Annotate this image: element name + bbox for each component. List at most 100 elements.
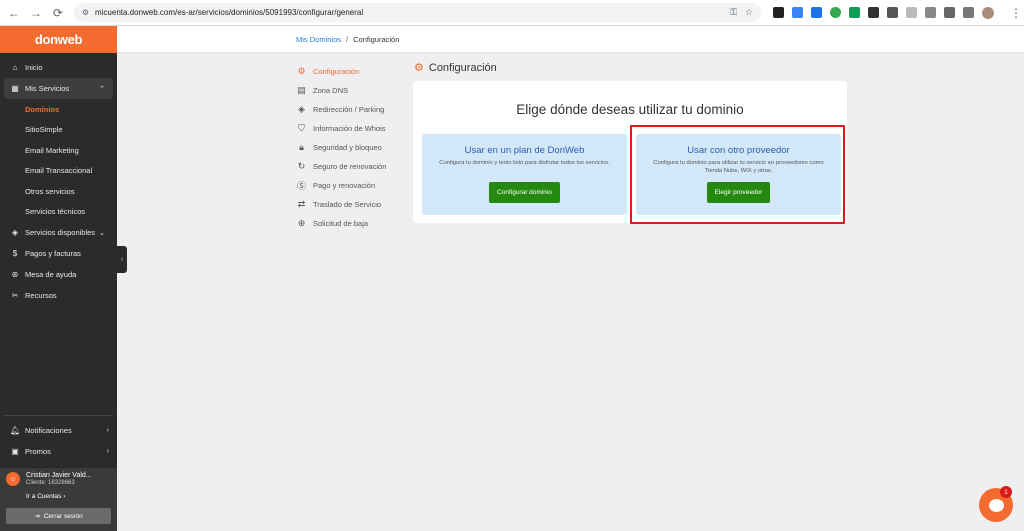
reload-icon[interactable]: ⟳ bbox=[50, 5, 66, 21]
puzzle-icon[interactable] bbox=[925, 7, 937, 18]
chevron-down-icon: ⌄ bbox=[99, 229, 105, 237]
settings-nav-redireccion[interactable]: ◈ Redirección / Parking bbox=[296, 100, 406, 119]
sidebar-item-pagos-facturas[interactable]: $ Pagos y facturas bbox=[0, 243, 117, 264]
help-icon: ⊛ bbox=[11, 270, 19, 279]
domain-usage-card: Elige dónde deseas utilizar tu dominio U… bbox=[413, 81, 847, 223]
accounts-link[interactable]: Ir a Cuentas › bbox=[26, 493, 111, 500]
settings-nav-whois[interactable]: ⛉ Información de Whois bbox=[296, 119, 406, 138]
extension-icon[interactable] bbox=[849, 7, 861, 18]
more-menu-icon[interactable]: ⋮ bbox=[1008, 5, 1024, 21]
document-icon: ▤ bbox=[297, 85, 306, 95]
redirect-icon: ◈ bbox=[298, 104, 305, 114]
settings-nav-solicitud-baja[interactable]: ⊕ Solicitud de baja bbox=[296, 214, 406, 233]
browser-toolbar: ← → ⟳ ⚙ micuenta.donweb.com/es-ar/servic… bbox=[0, 0, 1024, 26]
sidebar-subitem-dominios[interactable]: Dominios bbox=[0, 99, 117, 120]
extension-icon[interactable] bbox=[868, 7, 880, 18]
back-icon[interactable]: ← bbox=[6, 5, 22, 21]
tab-search-icon[interactable] bbox=[963, 7, 975, 18]
logout-button[interactable]: ⇥ Cerrar sesión bbox=[6, 508, 111, 524]
sidebar-item-inicio[interactable]: ⌂ Inicio bbox=[0, 57, 117, 78]
sidebar: donweb ⌂ Inicio ▦ Mis Servicios ⌃ Domini… bbox=[0, 26, 117, 531]
settings-nav-seguro-renovacion[interactable]: ↻ Seguro de renovación bbox=[296, 157, 406, 176]
download-icon: ⊕ bbox=[297, 218, 306, 228]
divider bbox=[4, 415, 113, 416]
lock-icon: 🔒︎ bbox=[299, 142, 304, 152]
sidebar-item-label: Promos bbox=[25, 447, 51, 456]
sidebar-item-mis-servicios[interactable]: ▦ Mis Servicios ⌃ bbox=[4, 78, 113, 99]
settings-nav-seguridad[interactable]: 🔒︎ Seguridad y bloqueo bbox=[296, 138, 406, 157]
settings-nav-label: Traslado de Servicio bbox=[313, 200, 382, 209]
site-info-icon[interactable]: ⚙ bbox=[82, 8, 89, 17]
sidebar-item-promos[interactable]: ▣ Promos › bbox=[0, 441, 117, 462]
breadcrumb-link[interactable]: Mis Dominios bbox=[296, 35, 341, 44]
settings-nav-pago-renovacion[interactable]: Ⓢ Pago y renovación bbox=[296, 176, 406, 195]
key-icon[interactable]: ⚿ bbox=[730, 7, 737, 18]
gift-icon: ▣ bbox=[11, 447, 19, 456]
settings-nav-label: Información de Whois bbox=[313, 124, 386, 133]
profile-avatar[interactable] bbox=[982, 6, 995, 19]
sidebar-subitem-otros-servicios[interactable]: Otros servicios bbox=[0, 181, 117, 202]
sidebar-menu: ⌂ Inicio ▦ Mis Servicios ⌃ Dominios Siti… bbox=[0, 53, 117, 306]
dollar-icon: Ⓢ bbox=[296, 181, 306, 191]
settings-nav-label: Seguro de renovación bbox=[313, 162, 387, 171]
sidebar-item-label: Mesa de ayuda bbox=[25, 270, 77, 279]
user-row[interactable]: ☺ Cristian Javier Vald... Cliente: 16328… bbox=[6, 472, 111, 486]
settings-nav-configuracion[interactable]: ⚙ Configuración bbox=[296, 62, 406, 81]
bell-icon: 🔔︎ bbox=[10, 426, 21, 435]
sidebar-subitem-servicios-tecnicos[interactable]: Servicios técnicos bbox=[0, 202, 117, 223]
option-title: Usar en un plan de DonWeb bbox=[464, 145, 585, 156]
extension-icon[interactable] bbox=[906, 7, 918, 18]
page-title: ⚙ Configuración bbox=[414, 61, 497, 75]
sidebar-item-label: Mis Servicios bbox=[25, 84, 70, 93]
gear-icon: ⚙ bbox=[414, 62, 424, 74]
sidebar-item-servicios-disponibles[interactable]: ◈ Servicios disponibles ⌄ bbox=[0, 222, 117, 243]
address-bar[interactable]: ⚙ micuenta.donweb.com/es-ar/servicios/do… bbox=[73, 3, 762, 22]
option-description: Configura tu dominio para utilizar tu se… bbox=[653, 160, 824, 174]
extension-icon[interactable] bbox=[811, 7, 823, 18]
transfer-icon: ⇄ bbox=[297, 199, 306, 209]
logout-icon: ⇥ bbox=[34, 513, 40, 520]
sidebar-bottom: 🔔︎ Notificaciones › ▣ Promos › ☺ Cristia… bbox=[0, 415, 117, 531]
breadcrumb-separator: / bbox=[346, 34, 349, 44]
brand-logo[interactable]: donweb bbox=[0, 26, 117, 53]
sidebar-item-notificaciones[interactable]: 🔔︎ Notificaciones › bbox=[0, 420, 117, 441]
client-id: Cliente: 16328663 bbox=[26, 480, 75, 486]
sidebar-subitem-sitiosimple[interactable]: SitioSimple bbox=[0, 120, 117, 141]
page-title-text: Configuración bbox=[428, 61, 497, 74]
configure-domain-button[interactable]: Configurar dominio bbox=[489, 182, 560, 203]
settings-nav-label: Solicitud de baja bbox=[313, 219, 369, 228]
settings-nav-label: Seguridad y bloqueo bbox=[313, 143, 382, 152]
url-text: micuenta.donweb.com/es-ar/servicios/domi… bbox=[94, 8, 364, 17]
settings-nav-zona-dns[interactable]: ▤ Zona DNS bbox=[296, 81, 406, 100]
bookmark-star-icon[interactable]: ☆ bbox=[745, 7, 753, 18]
sidebar-item-mesa-ayuda[interactable]: ⊛ Mesa de ayuda bbox=[0, 264, 117, 285]
breadcrumb-current: Configuración bbox=[353, 34, 400, 44]
option-other-provider: Usar con otro proveedor Configura tu dom… bbox=[636, 134, 841, 215]
extension-icon[interactable] bbox=[773, 7, 785, 18]
forward-icon[interactable]: → bbox=[28, 5, 44, 21]
avatar: ☺ bbox=[6, 472, 20, 486]
gear-icon: ⚙ bbox=[297, 66, 306, 76]
choose-provider-button[interactable]: Elegir proveedor bbox=[706, 182, 771, 203]
sidebar-item-label: Notificaciones bbox=[25, 426, 72, 435]
sidebar-subitem-email-marketing[interactable]: Email Marketing bbox=[0, 140, 117, 161]
settings-nav-traslado[interactable]: ⇄ Traslado de Servicio bbox=[296, 195, 406, 214]
sidebar-item-label: Inicio bbox=[25, 63, 43, 72]
option-donweb-plan: Usar en un plan de DonWeb Configura tu d… bbox=[422, 134, 627, 215]
extension-icon[interactable] bbox=[830, 7, 842, 18]
grid-icon: ▦ bbox=[11, 84, 19, 93]
chat-bubble-icon bbox=[988, 498, 1004, 512]
dollar-icon: $ bbox=[12, 249, 18, 258]
sidebar-item-label: Servicios disponibles bbox=[25, 228, 96, 237]
download-icon[interactable] bbox=[944, 7, 956, 18]
sidebar-item-recursos[interactable]: ✂ Recursos bbox=[0, 285, 117, 306]
collapse-sidebar-icon[interactable]: ‹ bbox=[117, 246, 127, 273]
sidebar-subitem-email-transaccional[interactable]: Email Transaccional bbox=[0, 161, 117, 182]
extensions-area: ⋮ bbox=[773, 5, 1024, 21]
accounts-link-label: Ir a Cuentas bbox=[26, 493, 62, 500]
card-title: Elige dónde deseas utilizar tu dominio bbox=[516, 102, 744, 117]
chevron-right-icon: › bbox=[106, 448, 109, 455]
extension-icon[interactable] bbox=[792, 7, 804, 18]
option-description: Configura tu dominio y tenlo listo para … bbox=[439, 160, 610, 166]
pen-icon[interactable] bbox=[887, 7, 899, 18]
